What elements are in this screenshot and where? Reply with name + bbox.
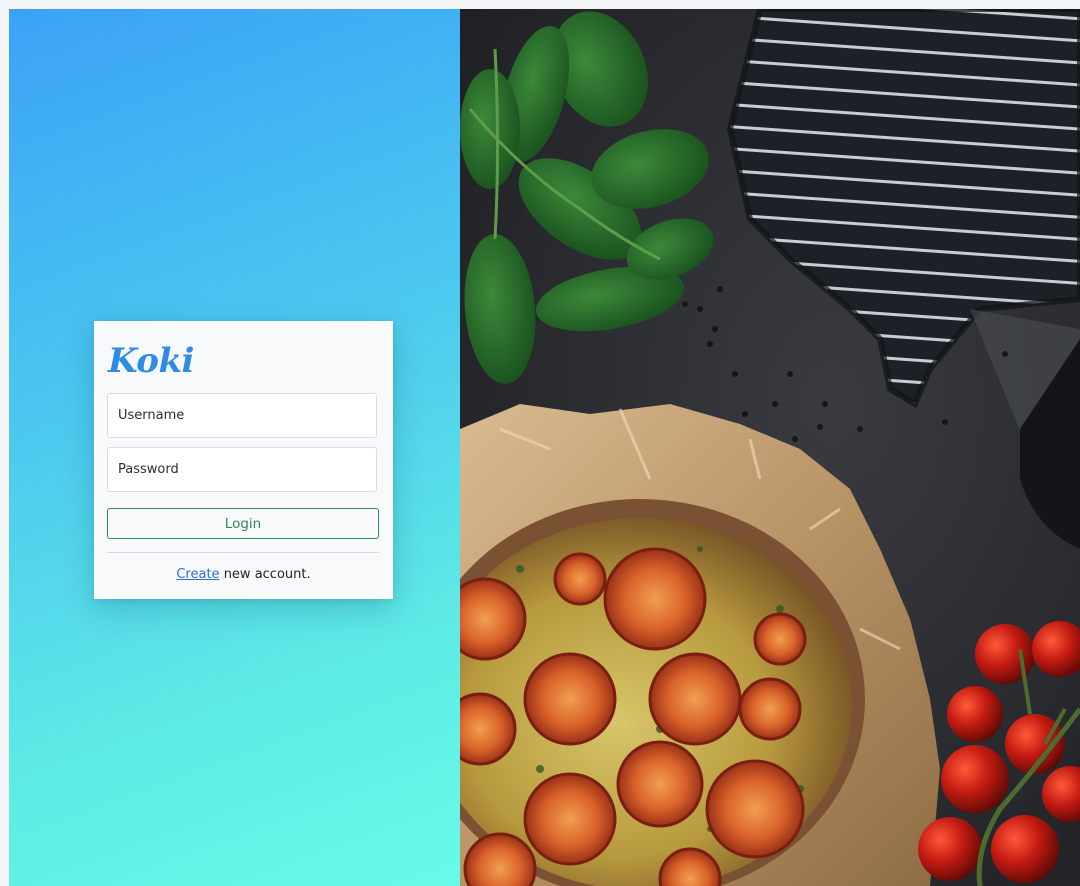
divider <box>107 552 379 553</box>
create-account-suffix: new account. <box>219 567 311 582</box>
gradient-panel: Koki Login Create new account. <box>9 9 460 886</box>
food-photo <box>460 9 1080 886</box>
password-input[interactable] <box>107 447 377 492</box>
username-input[interactable] <box>107 393 377 438</box>
create-account-link[interactable]: Create <box>176 567 219 582</box>
login-card: Koki Login Create new account. <box>94 321 393 599</box>
hero-image <box>460 9 1080 886</box>
login-page: Koki Login Create new account. <box>0 0 1080 886</box>
brand-logo: Koki <box>108 341 194 381</box>
login-button[interactable]: Login <box>107 508 379 539</box>
create-account-line: Create new account. <box>94 567 393 582</box>
